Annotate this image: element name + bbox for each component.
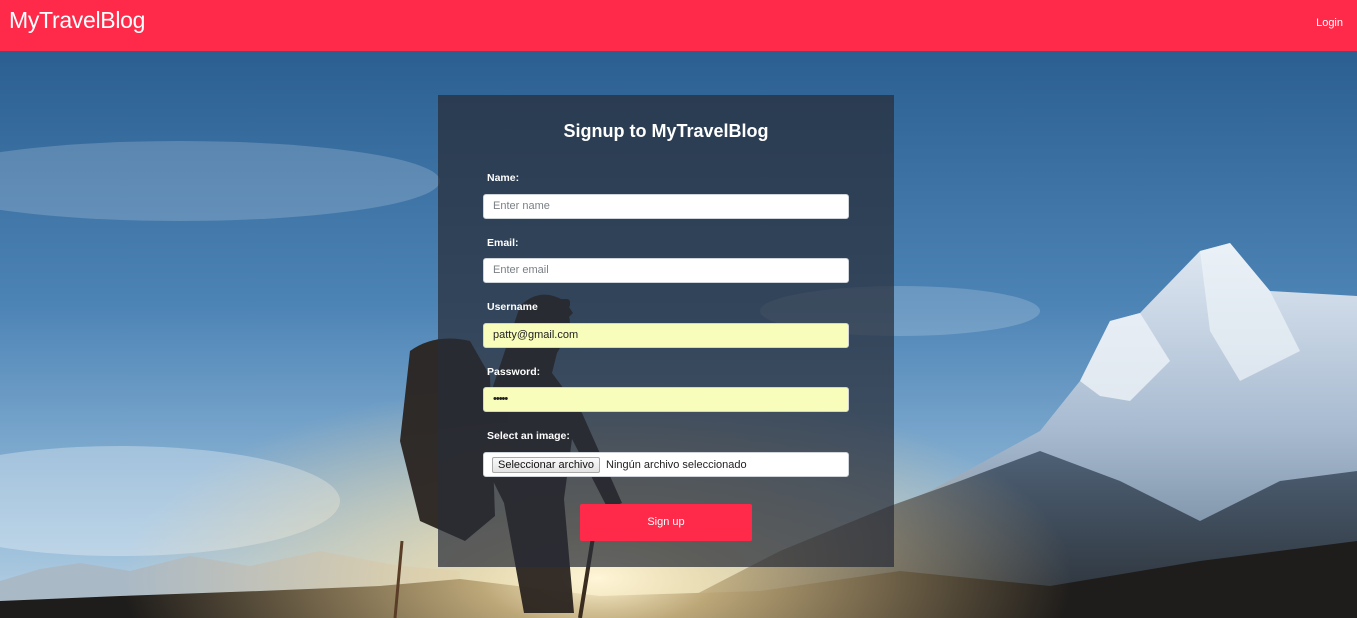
name-label: Name:: [487, 172, 520, 184]
brand-logo[interactable]: MyTravelBlog: [9, 7, 145, 34]
signup-title: Signup to MyTravelBlog: [563, 121, 769, 141]
login-link[interactable]: Login: [1316, 17, 1343, 29]
file-status-text: Ningún archivo seleccionado: [606, 459, 747, 471]
username-label: Username: [487, 301, 538, 313]
email-label: Email:: [487, 237, 519, 249]
signup-card: Signup to MyTravelBlog Name: Enter name …: [438, 95, 894, 567]
password-input[interactable]: •••••: [483, 387, 849, 412]
password-label: Password:: [487, 366, 541, 378]
email-input[interactable]: Enter email: [483, 258, 849, 283]
name-input[interactable]: Enter name: [483, 194, 849, 219]
image-label: Select an image:: [487, 430, 570, 442]
top-navbar: MyTravelBlog Login: [0, 0, 1357, 51]
signup-button[interactable]: Sign up: [580, 504, 752, 541]
choose-file-button[interactable]: Seleccionar archivo: [492, 457, 600, 473]
image-file-input[interactable]: Seleccionar archivo Ningún archivo selec…: [483, 452, 849, 477]
username-input[interactable]: patty@gmail.com: [483, 323, 849, 348]
